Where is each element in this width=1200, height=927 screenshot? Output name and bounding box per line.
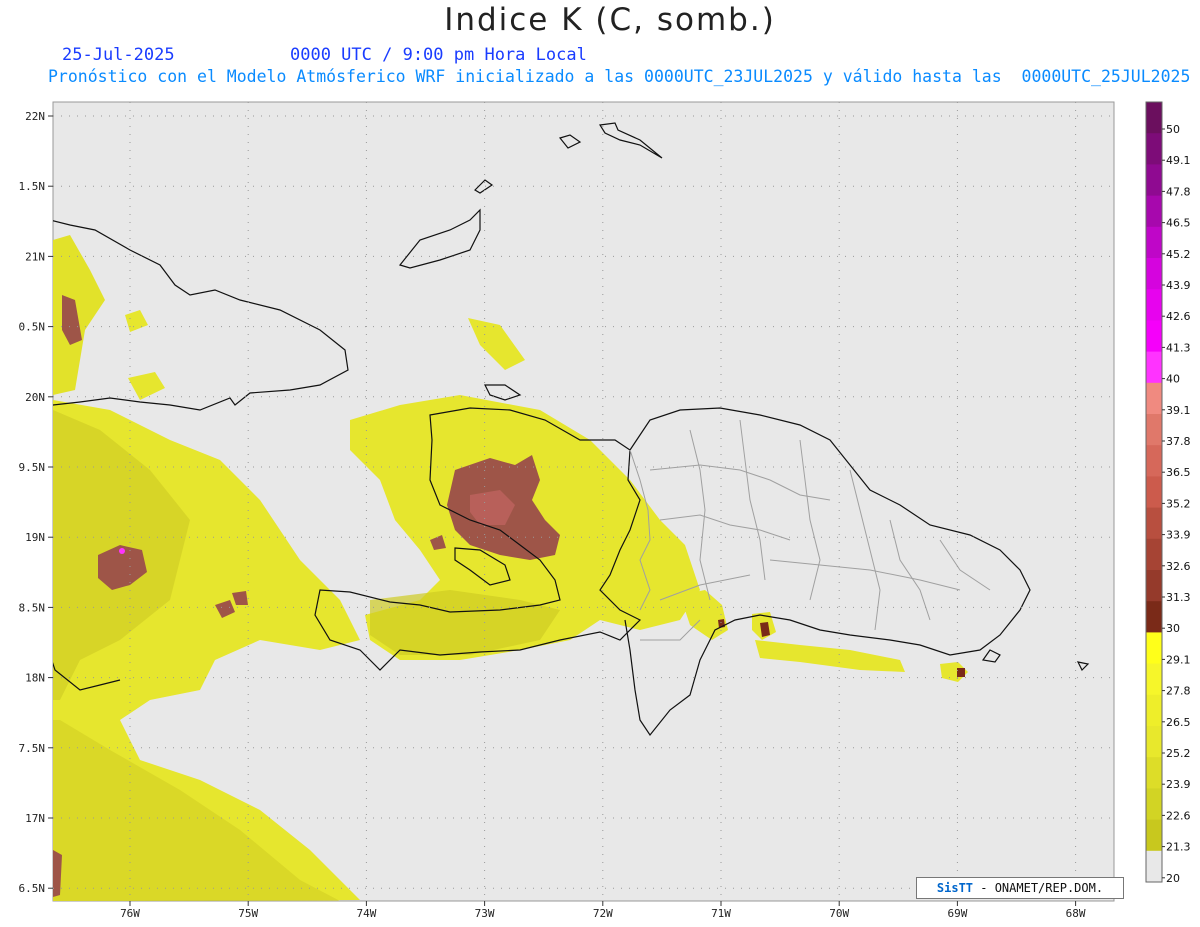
colorbar-swatch bbox=[1146, 694, 1162, 727]
lat-label: 19N bbox=[25, 531, 45, 544]
colorbar-swatch bbox=[1146, 414, 1162, 446]
colorbar-swatch bbox=[1146, 258, 1162, 290]
lat-label: 1.5N bbox=[19, 180, 46, 193]
colorbar-label: 31.3 bbox=[1166, 591, 1191, 604]
colorbar-label: 50 bbox=[1166, 123, 1180, 136]
colorbar-label: 29.1 bbox=[1166, 653, 1191, 666]
k-index-map: 76W 75W 74W 73W 72W 71W 70W 69W 68W 22N 1.5N 21N 0.5… bbox=[19, 101, 1191, 920]
kcore-saona bbox=[957, 668, 965, 677]
colorbar-label: 20 bbox=[1166, 872, 1180, 885]
lon-label: 75W bbox=[238, 907, 258, 920]
colorbar-swatch bbox=[1146, 320, 1162, 353]
colorbar-label: 25.2 bbox=[1166, 747, 1191, 760]
colorbar-swatch bbox=[1146, 726, 1162, 758]
colorbar-label: 40 bbox=[1166, 373, 1180, 386]
lat-label: 7.5N bbox=[19, 742, 46, 755]
colorbar-swatch bbox=[1146, 382, 1162, 415]
lat-label: 8.5N bbox=[19, 601, 46, 614]
lon-label: 71W bbox=[711, 907, 731, 920]
colorbar-label: 41.3 bbox=[1166, 341, 1191, 354]
lon-label: 74W bbox=[356, 907, 376, 920]
colorbar-swatch bbox=[1146, 570, 1162, 602]
colorbar-swatch bbox=[1146, 476, 1162, 509]
colorbar-label: 23.9 bbox=[1166, 778, 1191, 791]
colorbar-label: 45.2 bbox=[1166, 248, 1191, 261]
lon-label: 70W bbox=[829, 907, 849, 920]
colorbar-swatch bbox=[1146, 195, 1162, 228]
colorbar-swatch bbox=[1146, 351, 1162, 384]
lon-label: 68W bbox=[1066, 907, 1086, 920]
lon-label: 72W bbox=[593, 907, 613, 920]
colorbar-label: 33.9 bbox=[1166, 529, 1191, 542]
colorbar-label: 47.8 bbox=[1166, 185, 1191, 198]
colorbar-label: 39.1 bbox=[1166, 404, 1191, 417]
lat-label: 21N bbox=[25, 250, 45, 263]
lat-label: 0.5N bbox=[19, 321, 46, 334]
colorbar-label: 43.9 bbox=[1166, 279, 1191, 292]
colorbar-label: 37.8 bbox=[1166, 435, 1191, 448]
colorbar-swatch bbox=[1146, 632, 1162, 665]
colorbar-label: 36.5 bbox=[1166, 466, 1191, 479]
colorbar-label: 46.5 bbox=[1166, 217, 1191, 230]
lat-label: 20N bbox=[25, 391, 45, 404]
lon-label: 76W bbox=[120, 907, 140, 920]
colorbar-label: 21.3 bbox=[1166, 841, 1191, 854]
colorbar-swatch bbox=[1146, 788, 1162, 821]
colorbar-label: 26.5 bbox=[1166, 716, 1191, 729]
k-peak-magenta bbox=[119, 548, 125, 554]
lat-label: 17N bbox=[25, 812, 45, 825]
lat-label: 18N bbox=[25, 672, 45, 685]
colorbar-label: 30 bbox=[1166, 622, 1180, 635]
colorbar-label: 42.6 bbox=[1166, 310, 1191, 323]
lon-label: 73W bbox=[475, 907, 495, 920]
lat-label: 22N bbox=[25, 110, 45, 123]
colorbar-swatch bbox=[1146, 133, 1162, 165]
colorbar-swatch bbox=[1146, 538, 1162, 571]
colorbar-label: 32.6 bbox=[1166, 560, 1191, 573]
colorbar-swatch bbox=[1146, 601, 1162, 633]
colorbar-swatch bbox=[1146, 663, 1162, 696]
colorbar-label: 22.6 bbox=[1166, 809, 1191, 822]
colorbar-legend: 50 49.1 47.8 46.5 45.2 43.9 42.6 41.3 40 39.1 37.8… bbox=[1145, 101, 1191, 885]
credit-box: SisTT - ONAMET/REP.DOM. bbox=[916, 877, 1124, 899]
colorbar-label: 27.8 bbox=[1166, 685, 1191, 698]
colorbar-swatch bbox=[1146, 289, 1162, 321]
colorbar-swatch bbox=[1146, 757, 1162, 789]
lon-label: 69W bbox=[947, 907, 967, 920]
credit-org: - ONAMET/REP.DOM. bbox=[973, 881, 1104, 895]
brand-logo: SisTT bbox=[936, 881, 974, 895]
colorbar-swatch bbox=[1146, 819, 1162, 852]
lat-label: 9.5N bbox=[19, 461, 46, 474]
colorbar-swatch bbox=[1146, 850, 1162, 883]
lat-label: 6.5N bbox=[19, 882, 46, 895]
colorbar-swatch bbox=[1146, 445, 1162, 477]
colorbar-label: 35.2 bbox=[1166, 497, 1191, 510]
colorbar-swatch bbox=[1146, 164, 1162, 197]
colorbar-swatch bbox=[1146, 102, 1162, 134]
colorbar-swatch bbox=[1146, 226, 1162, 259]
colorbar-label: 49.1 bbox=[1166, 154, 1191, 167]
colorbar-swatch bbox=[1146, 507, 1162, 540]
